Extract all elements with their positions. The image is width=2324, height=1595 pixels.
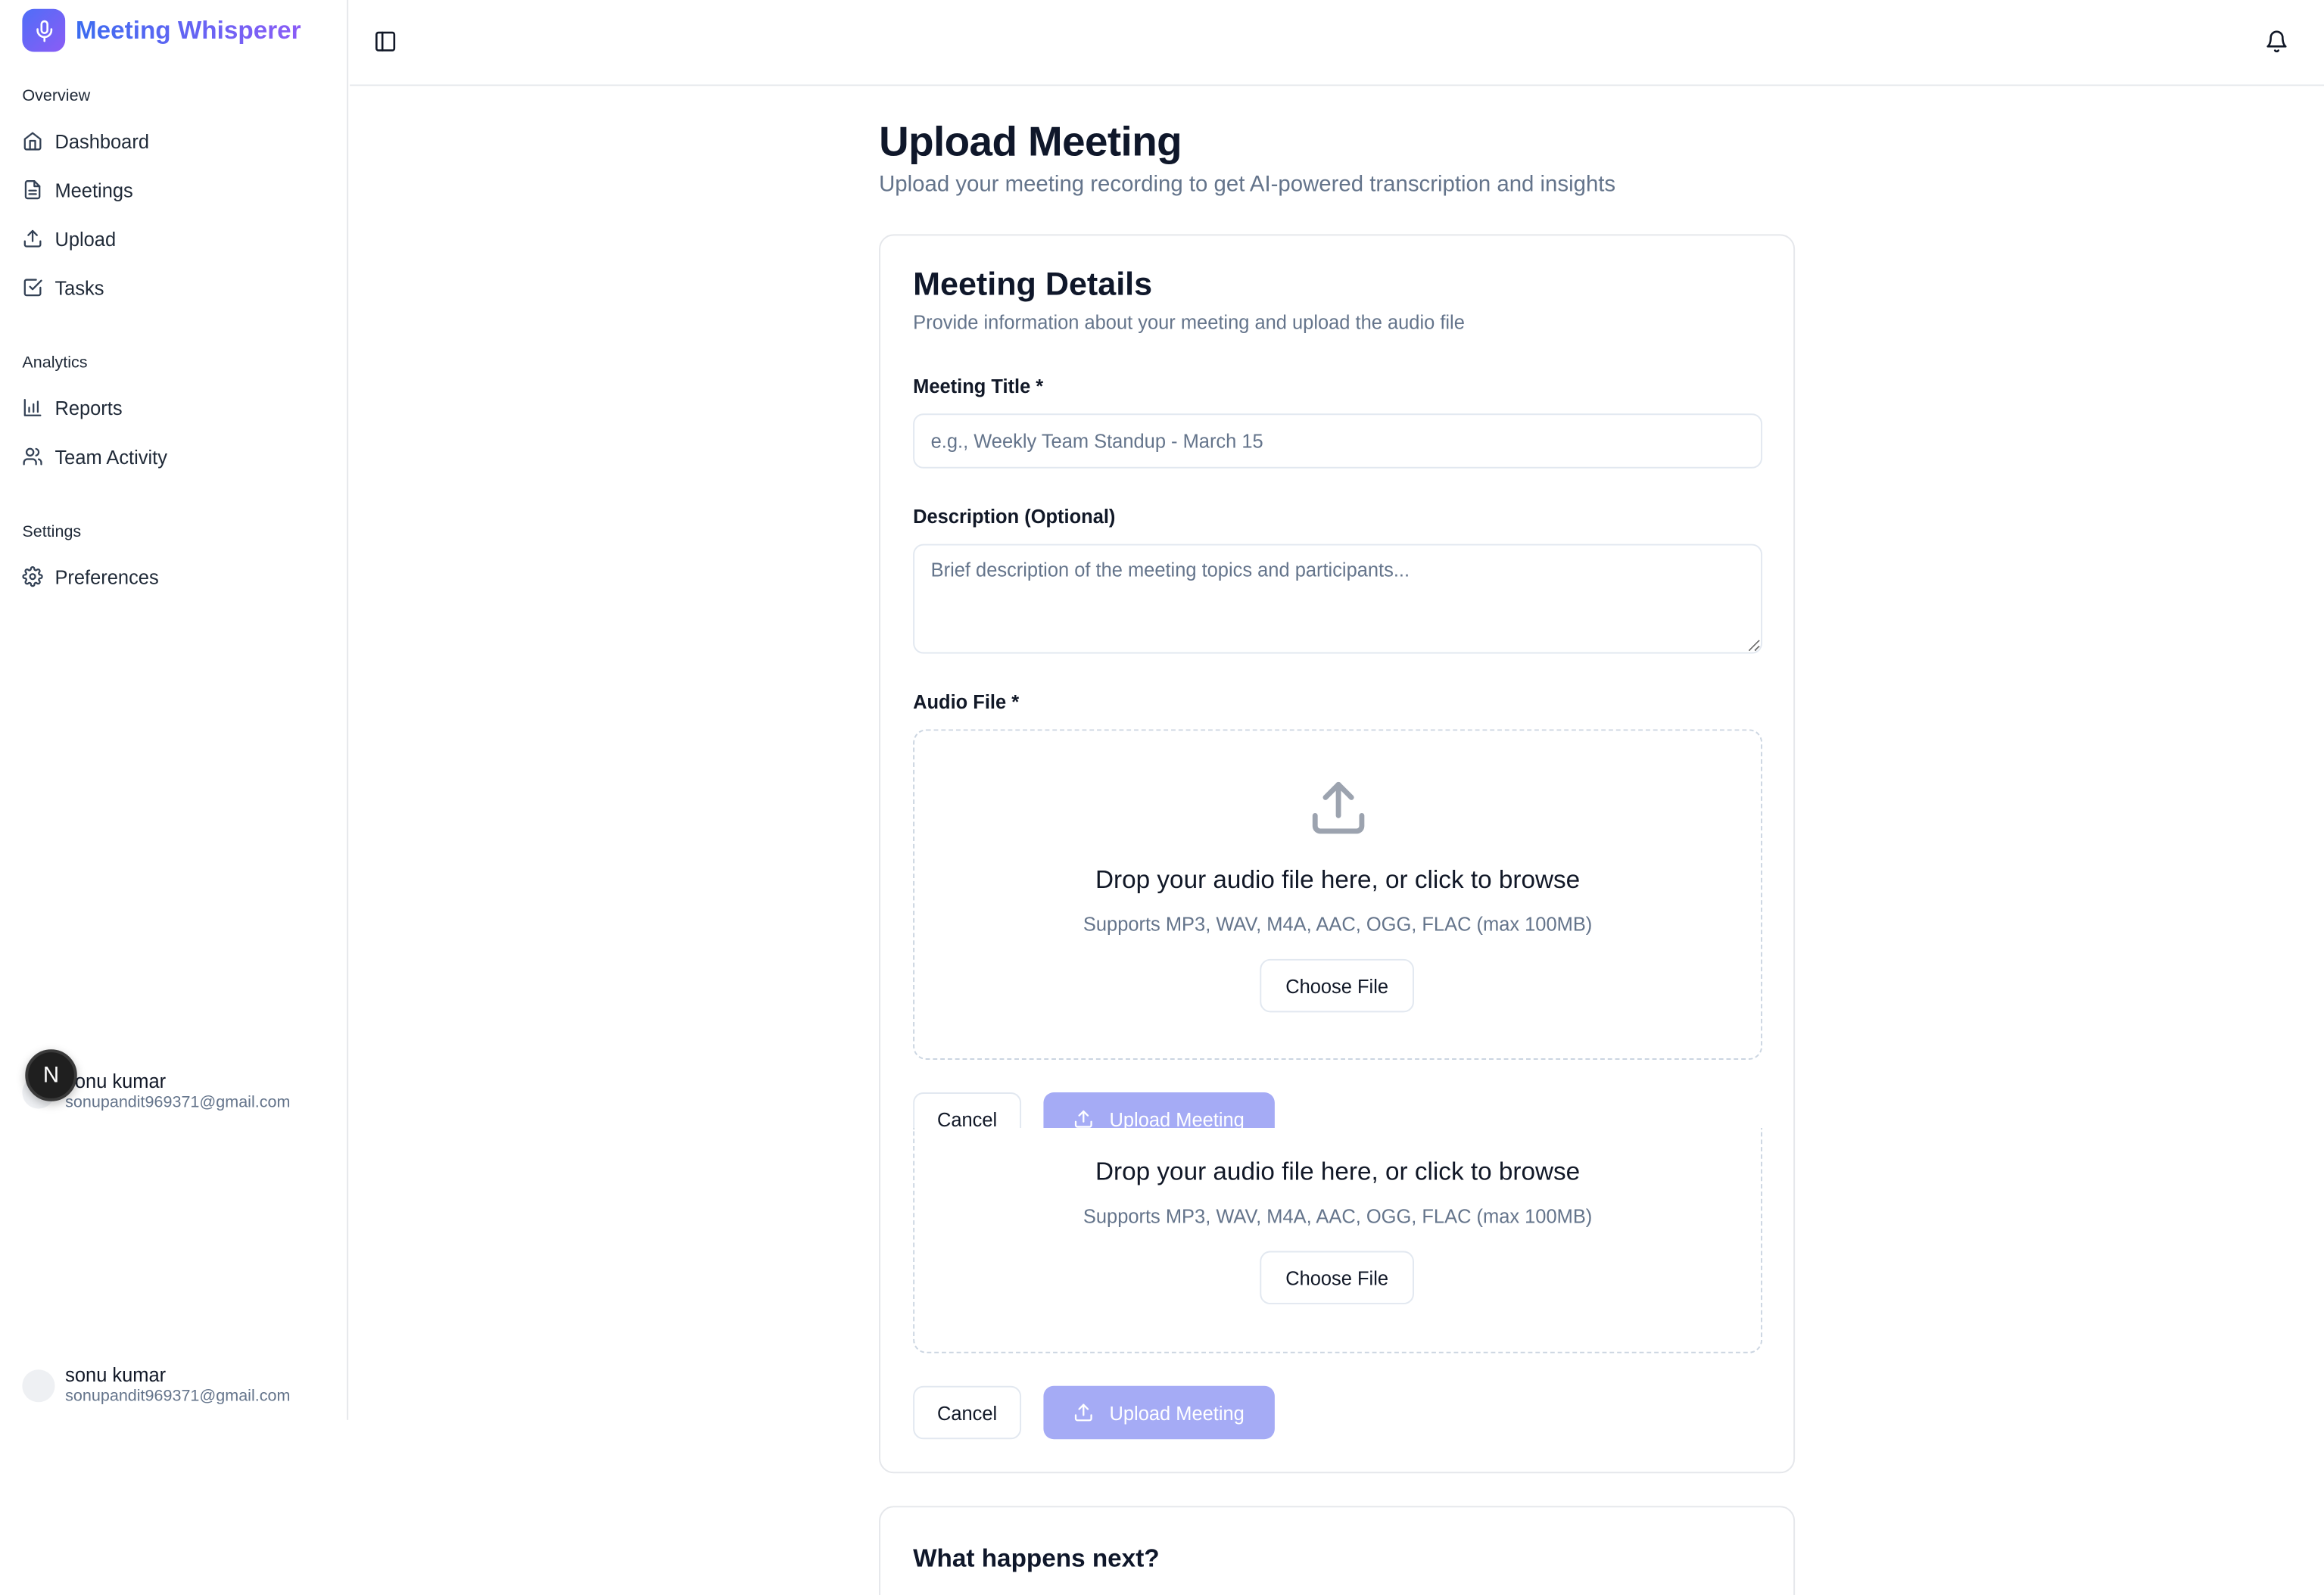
sidebar-item-dashboard[interactable]: Dashboard — [22, 124, 149, 157]
bar-chart-icon — [23, 399, 42, 416]
group-label-overview: Overview — [22, 87, 91, 106]
sidebar-item-label: Meetings — [55, 178, 133, 201]
gear-icon — [22, 565, 43, 587]
avatar — [22, 1369, 55, 1402]
users-icon — [23, 447, 42, 466]
upload-icon — [1312, 781, 1365, 834]
meeting-title-label: Meeting Title * — [913, 375, 1044, 397]
meeting-details-card: Meeting Details Provide information abou… — [879, 234, 1796, 1474]
user-name: sonu kumar — [65, 1070, 167, 1093]
audio-drop-zone[interactable]: Drop your audio file here, or click to b… — [913, 1128, 1763, 1354]
brand[interactable]: Meeting Whisperer — [22, 8, 301, 52]
dev-tools-badge[interactable]: N — [25, 1049, 77, 1101]
group-label-settings: Settings — [22, 523, 82, 541]
check-square-icon — [23, 279, 42, 297]
page-subtitle: Upload your meeting recording to get AI-… — [879, 172, 1616, 198]
choose-file-button[interactable]: Choose File — [1260, 958, 1414, 1013]
app-root: Meeting Whisperer Overview Dashboard Mee… — [0, 0, 2324, 1595]
sidebar-toggle-icon[interactable] — [373, 30, 397, 53]
sidebar-item-team-activity[interactable]: Team Activity — [22, 441, 167, 473]
user-email: sonupandit969371@gmail.com — [65, 1387, 291, 1406]
drop-hint: Supports MP3, WAV, M4A, AAC, OGG, FLAC (… — [1083, 913, 1593, 936]
app-name: Meeting Whisperer — [75, 15, 301, 44]
audio-drop-zone[interactable]: Drop your audio file here, or click to b… — [913, 729, 1763, 1060]
upload-meeting-button[interactable]: Upload Meeting — [1043, 1092, 1275, 1129]
sidebar: Meeting Whisperer Overview Dashboard Mee… — [0, 0, 349, 1420]
upload-icon — [23, 229, 42, 248]
sidebar-item-label: Dashboard — [55, 129, 149, 152]
cancel-button[interactable]: Cancel — [913, 1385, 1022, 1440]
description-textarea[interactable] — [913, 544, 1763, 654]
bell-icon[interactable] — [2265, 30, 2288, 53]
card-description: Provide information about your meeting a… — [913, 311, 1465, 334]
upload-meeting-button[interactable]: Upload Meeting — [1043, 1385, 1275, 1440]
sidebar-item-tasks[interactable]: Tasks — [22, 271, 104, 304]
sidebar-item-label: Upload — [55, 227, 117, 250]
top-bar — [350, 0, 2324, 86]
sidebar-item-label: Reports — [55, 396, 123, 419]
group-label-analytics: Analytics — [22, 354, 88, 372]
sidebar-item-label: Team Activity — [55, 445, 167, 468]
card-title: Meeting Details — [913, 265, 1153, 303]
drop-title: Drop your audio file here, or click to b… — [1095, 1157, 1581, 1186]
choose-file-button[interactable]: Choose File — [1260, 1251, 1414, 1305]
sidebar-item-preferences[interactable]: Preferences — [22, 560, 159, 593]
drop-title: Drop your audio file here, or click to b… — [1095, 865, 1581, 894]
description-label: Description (Optional) — [913, 505, 1116, 528]
user-profile[interactable]: sonu kumar sonupandit969371@gmail.com — [22, 1363, 290, 1407]
upload-icon — [1075, 1403, 1093, 1422]
drop-hint: Supports MP3, WAV, M4A, AAC, OGG, FLAC (… — [1083, 1204, 1593, 1228]
cancel-button[interactable]: Cancel — [913, 1092, 1022, 1129]
home-icon — [23, 132, 42, 151]
page-title: Upload Meeting — [879, 118, 1182, 165]
action-row-clipped: Cancel Upload Meeting — [913, 1092, 1762, 1129]
upload-icon — [1075, 1110, 1093, 1128]
microphone-icon — [22, 8, 66, 52]
what-happens-next-card: What happens next? — [879, 1506, 1796, 1595]
upload-button-label: Upload Meeting — [1109, 1401, 1245, 1424]
sidebar-item-label: Preferences — [55, 565, 159, 588]
sidebar-item-upload[interactable]: Upload — [22, 223, 116, 255]
meeting-title-input[interactable] — [913, 413, 1763, 469]
sidebar-item-meetings[interactable]: Meetings — [22, 173, 133, 206]
user-name: sonu kumar — [65, 1363, 167, 1386]
sidebar-item-reports[interactable]: Reports — [22, 391, 123, 424]
user-email: sonupandit969371@gmail.com — [65, 1094, 291, 1112]
upload-button-label: Upload Meeting — [1109, 1107, 1245, 1129]
file-text-icon — [24, 180, 41, 200]
sidebar-item-label: Tasks — [55, 276, 104, 299]
audio-file-label: Audio File * — [913, 690, 1020, 713]
next-title: What happens next? — [913, 1544, 1160, 1573]
